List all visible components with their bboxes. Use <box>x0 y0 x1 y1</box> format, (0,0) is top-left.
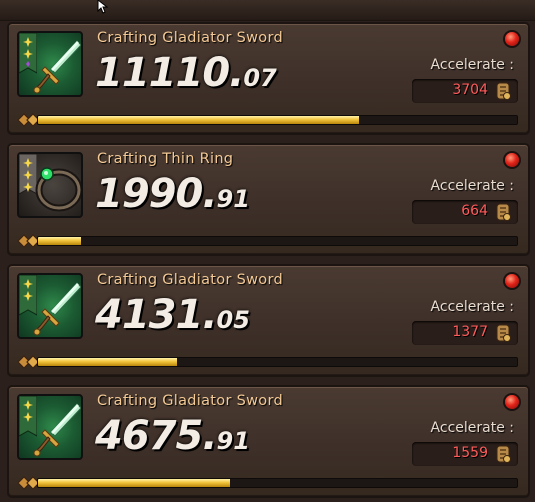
craft-timer: 4675.91 <box>95 413 250 459</box>
accelerate-token-icon <box>496 82 511 100</box>
alert-dot-icon[interactable] <box>505 32 519 46</box>
crafting-queue-card[interactable]: Crafting Gladiator Sword 11110.07 Accele… <box>7 22 530 135</box>
gladiator-sword-icon <box>33 40 81 94</box>
progress-fill <box>38 479 230 487</box>
progress-fill <box>38 116 359 124</box>
timer-fraction: 91 <box>216 427 250 455</box>
crafting-title: Crafting Gladiator Sword <box>97 393 283 409</box>
item-slot[interactable] <box>17 273 83 339</box>
accelerate-cost: 1377 <box>452 324 488 340</box>
craft-progress-bar <box>37 357 518 367</box>
timer-fraction: 91 <box>216 185 250 213</box>
alert-dot-icon[interactable] <box>505 395 519 409</box>
accelerate-button[interactable]: 3704 <box>412 79 518 103</box>
craft-progress-bar <box>37 236 518 246</box>
accelerate-button[interactable]: 1377 <box>412 321 518 345</box>
accelerate-cost: 3704 <box>452 82 488 98</box>
timer-fraction: 07 <box>243 64 277 92</box>
accelerate-token-icon <box>496 203 511 221</box>
craft-timer: 1990.91 <box>95 171 250 217</box>
progress-fill <box>38 237 82 245</box>
item-slot[interactable] <box>17 31 83 97</box>
mouse-pointer-icon <box>97 0 109 14</box>
gladiator-sword-icon <box>33 403 81 457</box>
accelerate-button[interactable]: 1559 <box>412 442 518 466</box>
timer-main: 4675. <box>95 413 218 459</box>
progress-fill <box>38 358 177 366</box>
crafting-title: Crafting Gladiator Sword <box>97 30 283 46</box>
alert-dot-icon[interactable] <box>505 153 519 167</box>
item-slot[interactable] <box>17 394 83 460</box>
craft-progress-bar <box>37 478 518 488</box>
accelerate-label: Accelerate : <box>430 299 514 315</box>
crafting-title: Crafting Thin Ring <box>97 151 234 167</box>
accelerate-cost: 1559 <box>452 445 488 461</box>
crafting-queue-card[interactable]: Crafting Thin Ring 1990.91 Accelerate : … <box>7 143 530 256</box>
timer-main: 11110. <box>95 50 244 96</box>
craft-progress-bar <box>37 115 518 125</box>
item-slot[interactable] <box>17 152 83 218</box>
accelerate-button[interactable]: 664 <box>412 200 518 224</box>
accelerate-cost: 664 <box>461 203 488 219</box>
top-strip <box>0 0 535 21</box>
accelerate-label: Accelerate : <box>430 57 514 73</box>
accelerate-label: Accelerate : <box>430 178 514 194</box>
accelerate-label: Accelerate : <box>430 420 514 436</box>
alert-dot-icon[interactable] <box>505 274 519 288</box>
craft-timer: 11110.07 <box>95 50 277 96</box>
accelerate-token-icon <box>496 445 511 463</box>
crafting-queue-card[interactable]: Crafting Gladiator Sword 4131.05 Acceler… <box>7 264 530 377</box>
crafting-title: Crafting Gladiator Sword <box>97 272 283 288</box>
craft-timer: 4131.05 <box>95 292 250 338</box>
timer-fraction: 05 <box>216 306 250 334</box>
crafting-queue-card[interactable]: Crafting Gladiator Sword 4675.91 Acceler… <box>7 385 530 498</box>
thin-ring-icon <box>35 167 81 212</box>
timer-main: 1990. <box>95 171 218 217</box>
accelerate-token-icon <box>496 324 511 342</box>
gladiator-sword-icon <box>33 282 81 336</box>
timer-main: 4131. <box>95 292 218 338</box>
